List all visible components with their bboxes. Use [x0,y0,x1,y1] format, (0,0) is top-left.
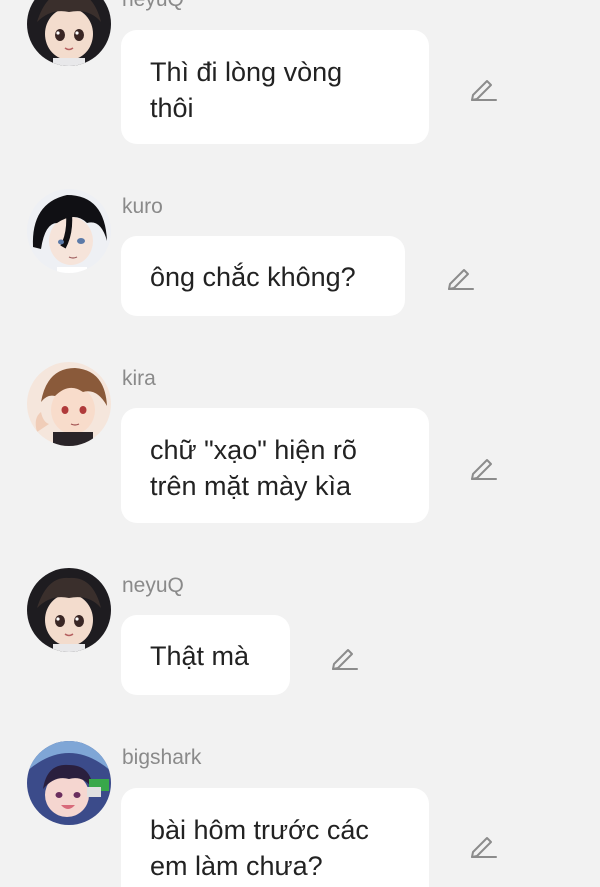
avatar-bigshark[interactable] [27,741,111,825]
username: kira [122,367,156,390]
message-text-line: trên mặt mày kìa [150,471,352,501]
username: bigshark [122,746,202,769]
pencil-edit-icon[interactable] [469,73,499,103]
pencil-edit-icon[interactable] [446,262,476,292]
username: kuro [122,195,163,218]
message-bubble[interactable]: Thật mà [121,615,290,695]
message-bubble[interactable]: chữ "xạo" hiện rõ trên mặt mày kìa [121,408,429,523]
message-text-line: em làm chưa? [150,851,323,881]
avatar-kuro[interactable] [27,189,111,273]
message-text-line: chữ "xạo" hiện rõ [150,435,357,465]
username: neyuQ [122,574,184,597]
message-text-line: Thật mà [150,641,250,671]
message-text-line: ông chắc không? [150,262,356,292]
pencil-edit-icon[interactable] [330,642,360,672]
avatar-neyuq[interactable] [27,568,111,652]
chat-message-list[interactable]: neyuQ Thì đi lòng vòng thôi [0,0,600,887]
pencil-edit-icon[interactable] [469,452,499,482]
avatar-neyuq[interactable] [27,0,111,66]
message-text-line: bài hôm trước các [150,815,369,845]
message-bubble[interactable]: Thì đi lòng vòng thôi [121,30,429,144]
pencil-edit-icon[interactable] [469,830,499,860]
avatar-kira[interactable] [27,362,111,446]
message-bubble[interactable]: ông chắc không? [121,236,405,316]
message-text-line: thôi [150,93,194,123]
username: neyuQ [122,0,184,12]
message-bubble[interactable]: bài hôm trước các em làm chưa? [121,788,429,887]
message-text-line: Thì đi lòng vòng [150,57,343,87]
